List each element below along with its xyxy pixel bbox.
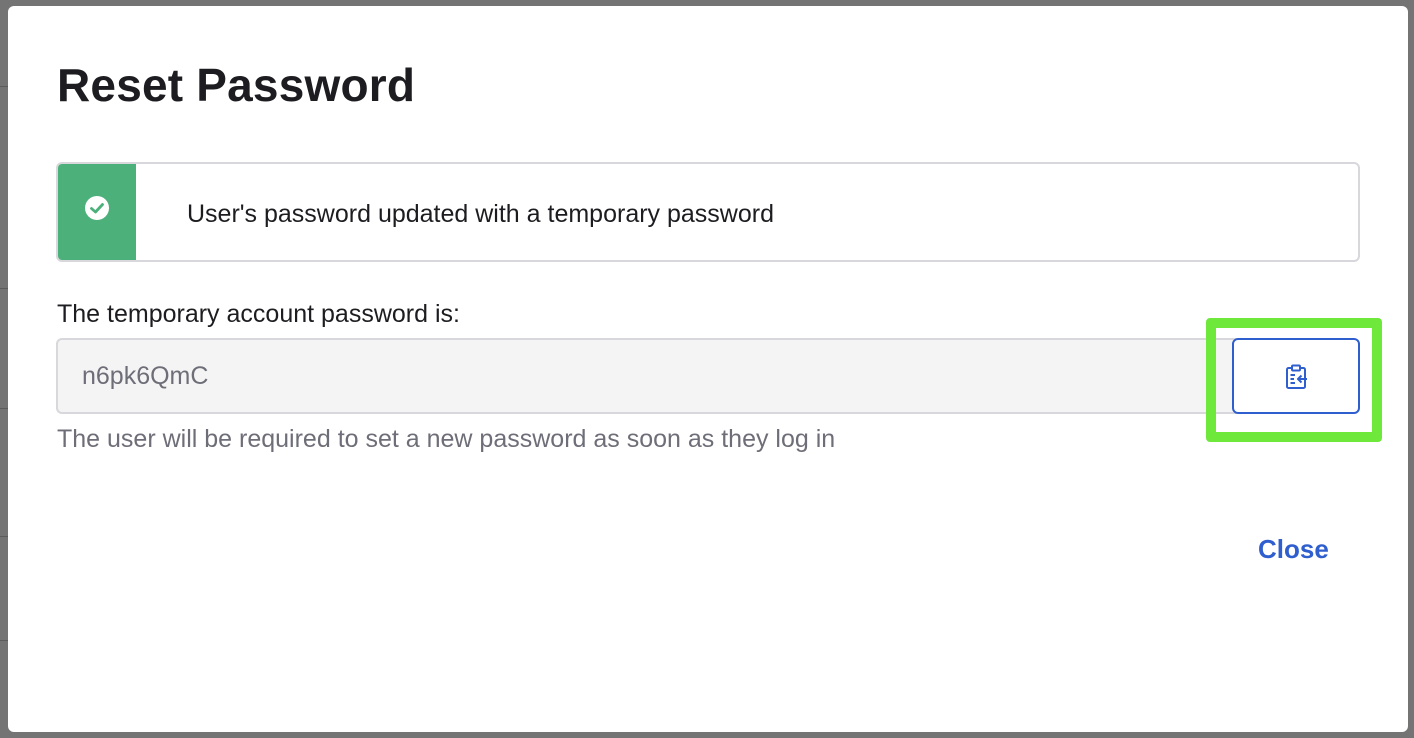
dialog-title: Reset Password: [57, 59, 416, 111]
temporary-password-input[interactable]: [56, 338, 1236, 414]
password-field-label: The temporary account password is:: [57, 300, 460, 328]
copy-password-button[interactable]: [1232, 338, 1360, 414]
success-banner: User's password updated with a temporary…: [56, 162, 1360, 262]
banner-icon-area: [58, 164, 136, 260]
banner-message: User's password updated with a temporary…: [187, 200, 774, 228]
password-help-text: The user will be required to set a new p…: [57, 425, 836, 453]
reset-password-dialog: Reset Password User's password updated w…: [8, 6, 1408, 732]
check-circle-icon: [85, 196, 109, 220]
close-button[interactable]: Close: [1246, 530, 1341, 569]
clipboard-copy-icon: [1285, 364, 1309, 390]
